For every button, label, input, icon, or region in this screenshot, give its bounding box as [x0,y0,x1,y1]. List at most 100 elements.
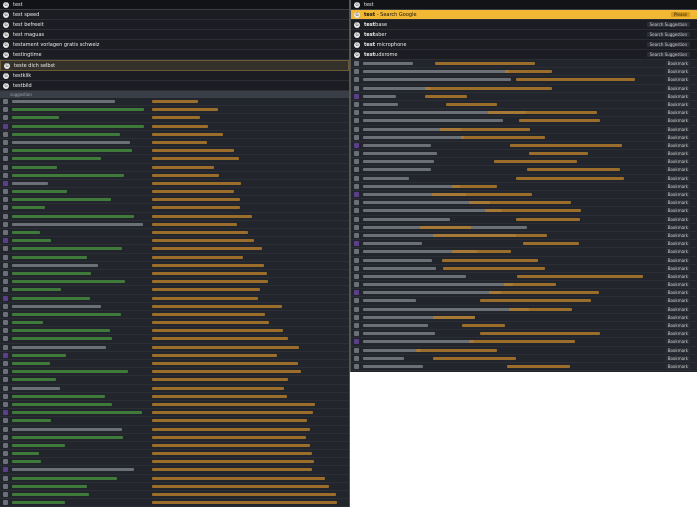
history-item[interactable] [0,254,349,262]
history-item[interactable] [0,327,349,336]
suggestion-item[interactable]: Gtestklik [0,71,349,81]
history-item[interactable] [0,483,349,491]
history-item[interactable] [0,376,349,385]
bookmark-item[interactable]: Bookmark [351,101,697,110]
address-bar[interactable]: G test [0,0,349,10]
bookmark-item[interactable]: Bookmark [351,306,697,314]
history-item[interactable] [0,147,349,156]
bookmark-item[interactable]: Bookmark [351,289,697,298]
history-item[interactable] [0,401,349,410]
history-item[interactable] [0,221,349,229]
history-item[interactable] [0,434,349,442]
suggestion-item[interactable]: Gtest maguas [0,30,349,40]
suggestion-item[interactable]: Gtestament vorlagen gratis schweiz [0,40,349,50]
history-item[interactable] [0,368,349,377]
bookmark-item[interactable]: Bookmark [351,273,697,282]
history-item[interactable] [0,475,349,483]
bookmark-item[interactable]: Bookmark [351,60,697,69]
bookmark-item[interactable]: Bookmark [351,265,697,273]
bookmark-item[interactable]: Bookmark [351,322,697,331]
history-item[interactable] [0,385,349,393]
history-item[interactable] [0,131,349,139]
bookmark-item[interactable]: Bookmark [351,199,697,208]
history-item[interactable] [0,172,349,180]
history-item[interactable] [0,114,349,123]
history-item[interactable] [0,237,349,246]
bookmark-item[interactable]: Bookmark [351,297,697,306]
suggestion-item[interactable]: Gtestaber Search Suggestion [351,30,697,40]
suggestion-item[interactable]: Gtestbase Search Suggestion [351,20,697,30]
history-item[interactable] [0,344,349,352]
bookmark-item[interactable]: Bookmark [351,281,697,290]
address-text[interactable]: test [13,2,23,8]
suggestion-item[interactable]: Gtest microphone Search Suggestion [351,40,697,50]
suggestion-item[interactable]: Gtest befreeit [0,20,349,30]
history-item[interactable] [0,262,349,270]
history-item[interactable] [0,278,349,287]
bookmark-item[interactable]: Bookmark [351,314,697,322]
history-item[interactable] [0,270,349,279]
bookmark-item[interactable]: Bookmark [351,191,697,200]
history-item[interactable] [0,491,349,500]
history-item[interactable] [0,466,349,475]
history-item[interactable] [0,98,349,107]
history-item[interactable] [0,393,349,401]
history-item[interactable] [0,229,349,238]
address-text[interactable]: test [364,2,374,8]
history-item[interactable] [0,164,349,172]
bookmark-item[interactable]: Bookmark [351,93,697,101]
address-bar[interactable]: G test [351,0,697,10]
bookmark-item[interactable]: Bookmark [351,363,697,372]
bookmark-item[interactable]: Bookmark [351,232,697,241]
history-item[interactable] [0,426,349,434]
history-item[interactable] [0,123,349,131]
bookmark-item[interactable]: Bookmark [351,248,697,257]
history-item[interactable] [0,245,349,254]
bookmark-item[interactable]: Bookmark [351,175,697,183]
history-item[interactable] [0,442,349,451]
history-item[interactable] [0,155,349,164]
suggestion-item[interactable]: Gtestudxrome Search Suggestion [351,50,697,60]
suggestion-item[interactable]: Gtest - Search Google Please [351,10,697,20]
history-item[interactable] [0,180,349,189]
bookmark-item[interactable]: Bookmark [351,224,697,232]
bookmark-item[interactable]: Bookmark [351,257,697,265]
bookmark-item[interactable]: Bookmark [351,142,697,151]
bookmark-item[interactable]: Bookmark [351,240,697,249]
history-item[interactable] [0,499,349,507]
bookmark-item[interactable]: Bookmark [351,207,697,216]
history-item[interactable] [0,360,349,369]
history-item[interactable] [0,106,349,115]
history-item[interactable] [0,204,349,213]
history-item[interactable] [0,352,349,360]
history-item[interactable] [0,319,349,328]
history-item[interactable] [0,458,349,467]
history-item[interactable] [0,139,349,148]
history-item[interactable] [0,196,349,205]
history-item[interactable] [0,188,349,197]
bookmark-item[interactable]: Bookmark [351,76,697,85]
history-item[interactable] [0,335,349,344]
bookmark-item[interactable]: Bookmark [351,355,697,363]
bookmark-item[interactable]: Bookmark [351,338,697,347]
bookmark-item[interactable]: Bookmark [351,216,697,224]
history-item[interactable] [0,417,349,426]
bookmark-item[interactable]: Bookmark [351,158,697,167]
bookmark-item[interactable]: Bookmark [351,134,697,142]
bookmark-item[interactable]: Bookmark [351,85,697,93]
bookmark-item[interactable]: Bookmark [351,347,697,355]
suggestion-item[interactable]: Gtest speed [0,10,349,20]
history-item[interactable] [0,286,349,295]
suggestion-item[interactable]: Gtestbild [0,81,349,91]
history-item[interactable] [0,311,349,320]
bookmark-item[interactable]: Bookmark [351,109,697,118]
bookmark-item[interactable]: Bookmark [351,126,697,134]
bookmark-item[interactable]: Bookmark [351,68,697,77]
history-item[interactable] [0,295,349,303]
history-item[interactable] [0,409,349,418]
history-item[interactable] [0,213,349,221]
bookmark-item[interactable]: Bookmark [351,150,697,159]
suggestion-item[interactable]: Gtestingtime [0,50,349,60]
history-item[interactable] [0,303,349,311]
suggestion-item[interactable]: Gteste dich selbst [0,60,349,71]
